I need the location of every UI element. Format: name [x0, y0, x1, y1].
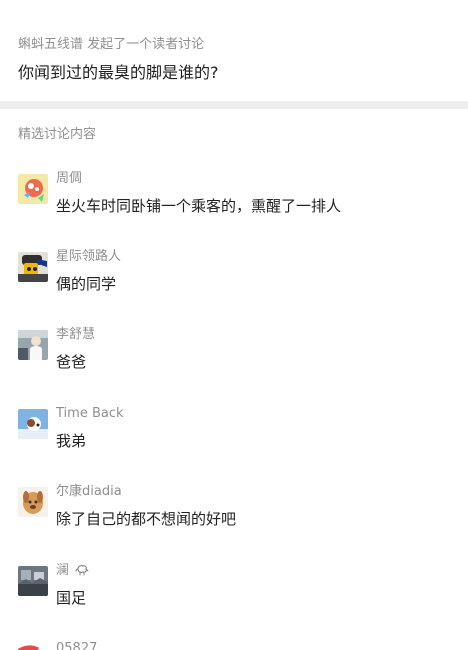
comment-item[interactable]: 05827	[18, 640, 98, 650]
comment-item[interactable]: 周倜 坐火车时同卧铺一个乘客的，熏醒了一排人	[18, 170, 448, 232]
comment-item[interactable]: 澜 国足	[18, 562, 448, 624]
sheep-icon	[75, 563, 89, 583]
comment-author[interactable]: 澜	[56, 562, 89, 583]
avatar[interactable]	[18, 566, 48, 596]
section-title: 精选讨论内容	[18, 127, 97, 142]
comment-author[interactable]: 李舒慧	[56, 326, 95, 344]
avatar[interactable]	[18, 644, 48, 650]
comment-text: 偶的同学	[56, 275, 117, 293]
comment-text: 爸爸	[56, 353, 87, 371]
comment-item[interactable]: 星际领路人 偶的同学	[18, 248, 448, 310]
avatar[interactable]	[18, 252, 48, 282]
avatar[interactable]	[18, 409, 48, 439]
comment-text: 除了自己的都不想闻的好吧	[56, 510, 237, 528]
discussion-title[interactable]: 你闻到过的最臭的脚是谁的?	[18, 62, 448, 84]
comment-author[interactable]: 05827	[56, 640, 97, 650]
header-meta: 蝌蚪五线谱 发起了一个读者讨论	[18, 37, 205, 52]
comment-text: 我弟	[56, 432, 87, 450]
comment-author-name: 澜	[56, 563, 70, 578]
discussion-header: 蝌蚪五线谱 发起了一个读者讨论 你闻到过的最臭的脚是谁的?	[18, 36, 448, 84]
comment-author[interactable]: Time Back	[56, 405, 124, 423]
comment-author[interactable]: 周倜	[56, 170, 82, 188]
comment-item[interactable]: 尔康diadia 除了自己的都不想闻的好吧	[18, 483, 448, 545]
comment-author[interactable]: 星际领路人	[56, 248, 121, 266]
section-divider	[0, 101, 468, 109]
comment-text: 国足	[56, 589, 87, 607]
comment-author[interactable]: 尔康diadia	[56, 483, 122, 501]
avatar[interactable]	[18, 487, 48, 517]
comment-text: 坐火车时同卧铺一个乘客的，熏醒了一排人	[56, 197, 342, 215]
avatar[interactable]	[18, 330, 48, 360]
comment-item[interactable]: Time Back 我弟	[18, 405, 448, 467]
avatar[interactable]	[18, 174, 48, 204]
comment-item[interactable]: 李舒慧 爸爸	[18, 326, 448, 388]
